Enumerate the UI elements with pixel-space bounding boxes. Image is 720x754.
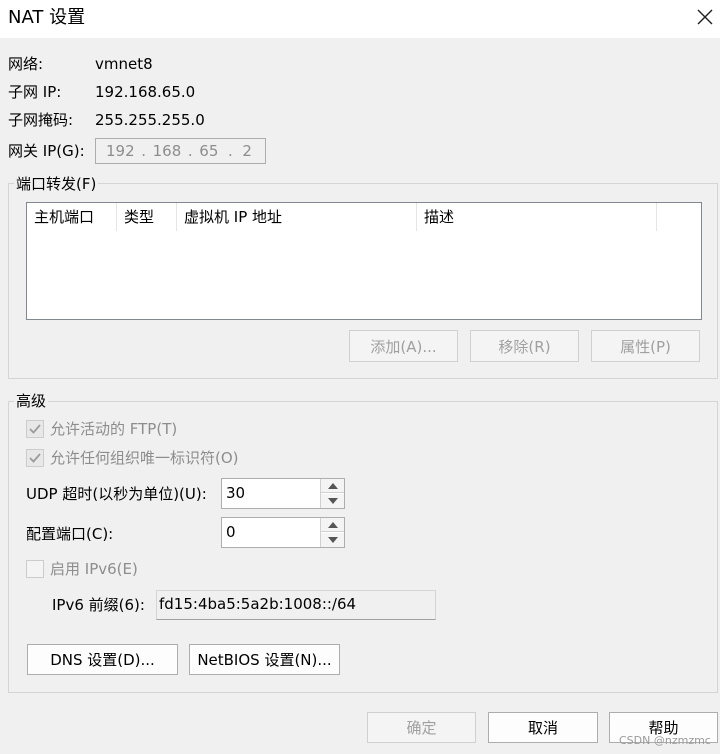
remove-button[interactable]: 移除(R) — [470, 330, 579, 362]
udp-timeout-label: UDP 超时(以秒为单位)(U): — [26, 485, 207, 503]
config-port-increment[interactable] — [321, 518, 344, 532]
ip-octet-3: 65 — [199, 142, 219, 160]
network-label: 网络: — [8, 55, 44, 73]
column-header-type[interactable]: 类型 — [117, 203, 177, 231]
allow-oui-label: 允许任何组织唯一标识符(O) — [50, 449, 239, 467]
config-port-stepper[interactable]: 0 — [221, 517, 345, 548]
close-button[interactable] — [692, 4, 718, 30]
enable-ipv6-label: 启用 IPv6(E) — [50, 560, 138, 578]
window-title: NAT 设置 — [8, 7, 86, 28]
ip-octet-1: 192 — [106, 142, 135, 160]
column-header-description[interactable]: 描述 — [417, 203, 657, 231]
spin-buttons — [320, 518, 344, 547]
dns-settings-button[interactable]: DNS 设置(D)... — [27, 644, 178, 675]
column-header-host-port[interactable]: 主机端口 — [27, 203, 117, 231]
column-header-vm-ip[interactable]: 虚拟机 IP 地址 — [177, 203, 417, 231]
spin-buttons — [320, 479, 344, 508]
ipv6-prefix-label: IPv6 前缀(6): — [52, 596, 145, 614]
config-port-label: 配置端口(C): — [26, 525, 114, 543]
checkmark-icon — [29, 453, 41, 463]
udp-timeout-value: 30 — [226, 484, 246, 502]
title-bar — [0, 0, 720, 38]
watermark: CSDN @nzmzmc — [619, 734, 711, 747]
subnet-ip-label: 子网 IP: — [8, 83, 62, 101]
gateway-ip-label: 网关 IP(G): — [8, 142, 85, 160]
config-port-value: 0 — [226, 523, 236, 541]
allow-ftp-checkbox[interactable] — [26, 420, 44, 438]
allow-ftp-label: 允许活动的 FTP(T) — [50, 420, 178, 438]
ip-octet-2: 168 — [152, 142, 182, 160]
properties-button[interactable]: 属性(P) — [591, 330, 700, 362]
triangle-up-icon — [327, 482, 338, 489]
triangle-down-icon — [327, 498, 338, 504]
network-value: vmnet8 — [95, 55, 153, 73]
allow-oui-checkbox[interactable] — [26, 449, 44, 467]
config-port-decrement[interactable] — [321, 533, 344, 547]
subnet-ip-value: 192.168.65.0 — [95, 83, 196, 101]
triangle-down-icon — [327, 537, 338, 543]
add-button[interactable]: 添加(A)... — [349, 330, 458, 362]
cancel-button[interactable]: 取消 — [488, 712, 598, 743]
port-forwarding-title: 端口转发(F) — [14, 174, 99, 194]
ipv6-prefix-field[interactable]: fd15:4ba5:5a2b:1008::/64 — [156, 590, 436, 620]
udp-timeout-increment[interactable] — [321, 479, 344, 493]
netbios-settings-button[interactable]: NetBIOS 设置(N)... — [189, 644, 340, 675]
advanced-title: 高级 — [14, 391, 49, 411]
ip-dot: . — [141, 142, 147, 160]
close-icon — [697, 9, 713, 25]
subnet-mask-value: 255.255.255.0 — [95, 111, 205, 129]
triangle-up-icon — [327, 521, 338, 528]
ip-octet-4: 2 — [242, 142, 252, 160]
udp-timeout-stepper[interactable]: 30 — [221, 478, 345, 509]
checkmark-icon — [29, 424, 41, 434]
subnet-mask-label: 子网掩码: — [8, 111, 74, 129]
gateway-ip-field[interactable]: 192 . 168 . 65 . 2 — [95, 138, 266, 164]
port-forwarding-table[interactable]: 主机端口 类型 虚拟机 IP 地址 描述 — [26, 202, 702, 320]
udp-timeout-decrement[interactable] — [321, 494, 344, 508]
ip-dot: . — [227, 142, 233, 160]
enable-ipv6-checkbox[interactable] — [26, 560, 44, 578]
ok-button[interactable]: 确定 — [367, 712, 476, 743]
ip-dot: . — [187, 142, 193, 160]
